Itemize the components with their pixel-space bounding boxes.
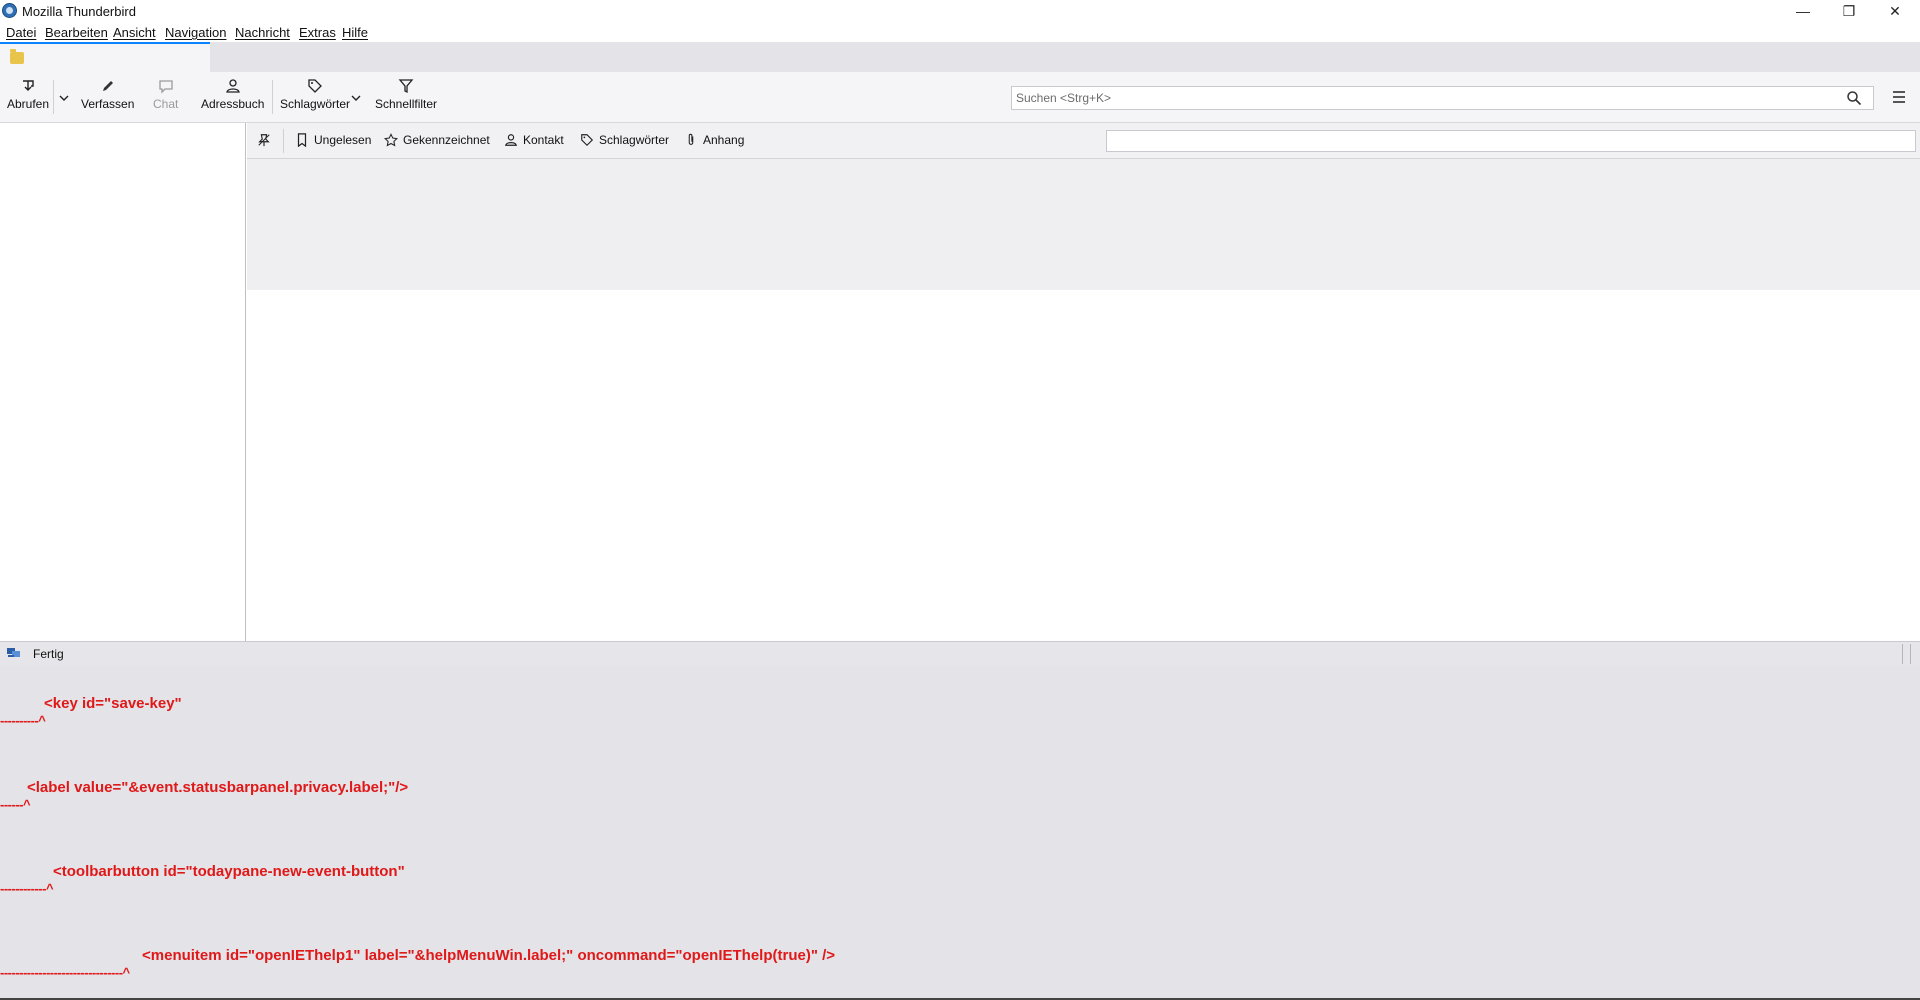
thunderbird-app-icon: [2, 3, 17, 18]
download-icon: [23, 80, 34, 91]
unread-filter-label: Ungelesen: [314, 133, 372, 147]
chat-label: Chat: [153, 97, 179, 111]
compose-button[interactable]: Verfassen: [81, 78, 134, 111]
restore-icon: ❐: [1842, 2, 1856, 19]
get-messages-button[interactable]: Abrufen: [7, 78, 49, 111]
attachment-filter-button[interactable]: Anhang: [684, 133, 744, 147]
tab-folder[interactable]: [0, 42, 210, 72]
address-book-icon: [225, 79, 240, 93]
sticky-filter-button[interactable]: [257, 133, 276, 147]
error-caret: ----------^: [0, 713, 46, 728]
starred-filter-label: Gekennzeichnet: [403, 133, 490, 147]
thread-pane[interactable]: [247, 159, 1920, 290]
app-menu-icon[interactable]: [1891, 89, 1907, 105]
tags-filter-button[interactable]: Schlagwörter: [580, 133, 669, 147]
unread-filter-button[interactable]: Ungelesen: [295, 133, 371, 147]
status-bar: Fertig: [0, 641, 1920, 666]
quick-filter-button[interactable]: Schnellfilter: [375, 78, 437, 111]
menu-bar: Datei Bearbeiten Ansicht Navigation Nach…: [0, 22, 1920, 42]
folder-pane[interactable]: [0, 123, 246, 641]
quick-filter-text-field[interactable]: [1106, 130, 1919, 153]
menu-bearbeiten[interactable]: Bearbeiten: [45, 25, 108, 40]
bookmark-icon: [297, 133, 307, 147]
folder-icon: [10, 49, 24, 64]
status-separator: [1902, 644, 1903, 664]
pin-icon: [258, 134, 270, 147]
menu-nachricht[interactable]: Nachricht: [235, 25, 290, 40]
tag-icon: [581, 134, 594, 147]
get-messages-label: Abrufen: [7, 97, 50, 111]
tags-dropdown[interactable]: [348, 90, 364, 109]
error-caret: ------------^: [0, 881, 54, 896]
chevron-down-icon: [59, 95, 69, 101]
minimize-icon: —: [1796, 3, 1810, 19]
message-pane[interactable]: [247, 290, 1920, 641]
global-search-input[interactable]: [1012, 87, 1840, 109]
contact-filter-button[interactable]: Kontakt: [504, 133, 564, 147]
global-search-box: [1011, 86, 1874, 110]
window-title: Mozilla Thunderbird: [22, 4, 136, 19]
star-icon: [384, 133, 398, 147]
quick-filter-input[interactable]: [1107, 131, 1919, 153]
quick-filter-label: Schnellfilter: [375, 97, 438, 111]
error-line: <menuitem id="openIEThelp1" label="&help…: [142, 947, 836, 964]
attachment-filter-label: Anhang: [703, 133, 745, 147]
title-bar: Mozilla Thunderbird — ❐ ✕: [0, 0, 1920, 22]
tags-button[interactable]: Schlagwörter: [280, 78, 350, 111]
menu-datei[interactable]: Datei: [6, 25, 36, 40]
toolbar-separator: [53, 80, 54, 114]
status-text: Fertig: [33, 647, 64, 661]
minimize-button[interactable]: —: [1780, 0, 1826, 22]
compose-label: Verfassen: [81, 97, 135, 111]
close-icon: ✕: [1889, 2, 1901, 19]
search-icon[interactable]: [1846, 90, 1862, 106]
menu-hilfe[interactable]: Hilfe: [342, 25, 368, 40]
chat-button[interactable]: Chat: [153, 78, 178, 111]
contact-icon: [505, 134, 517, 146]
online-status-icon[interactable]: [7, 648, 20, 658]
close-button[interactable]: ✕: [1872, 0, 1918, 22]
qf-separator: [283, 129, 284, 153]
menu-ansicht[interactable]: Ansicht: [113, 25, 156, 40]
tab-strip: [0, 42, 1920, 72]
error-line: <label value="&event.statusbarpanel.priv…: [27, 779, 409, 796]
address-book-label: Adressbuch: [201, 97, 265, 111]
toolbar-separator: [272, 80, 273, 114]
paperclip-icon: [688, 133, 694, 145]
status-separator: [1910, 644, 1911, 664]
contact-filter-label: Kontakt: [523, 133, 564, 147]
error-caret: ------^: [0, 797, 31, 812]
tags-filter-label: Schlagwörter: [599, 133, 670, 147]
error-caret: --------------------------------^: [0, 965, 130, 980]
menu-navigation[interactable]: Navigation: [165, 25, 226, 40]
filter-icon: [398, 79, 414, 94]
chevron-down-icon: [351, 95, 361, 101]
starred-filter-button[interactable]: Gekennzeichnet: [384, 133, 490, 147]
xml-error-area: <key id="save-key" ----------^ <label va…: [0, 666, 1920, 1000]
restore-button[interactable]: ❐: [1826, 0, 1872, 22]
pencil-icon: [102, 81, 113, 91]
error-line: <key id="save-key": [44, 695, 182, 712]
get-messages-dropdown[interactable]: [56, 90, 72, 109]
address-book-button[interactable]: Adressbuch: [201, 78, 264, 111]
tag-icon: [308, 79, 322, 93]
tags-label: Schlagwörter: [280, 97, 351, 111]
error-line: <toolbarbutton id="todaypane-new-event-b…: [53, 863, 405, 880]
chat-icon: [159, 80, 173, 94]
menu-extras[interactable]: Extras: [299, 25, 336, 40]
